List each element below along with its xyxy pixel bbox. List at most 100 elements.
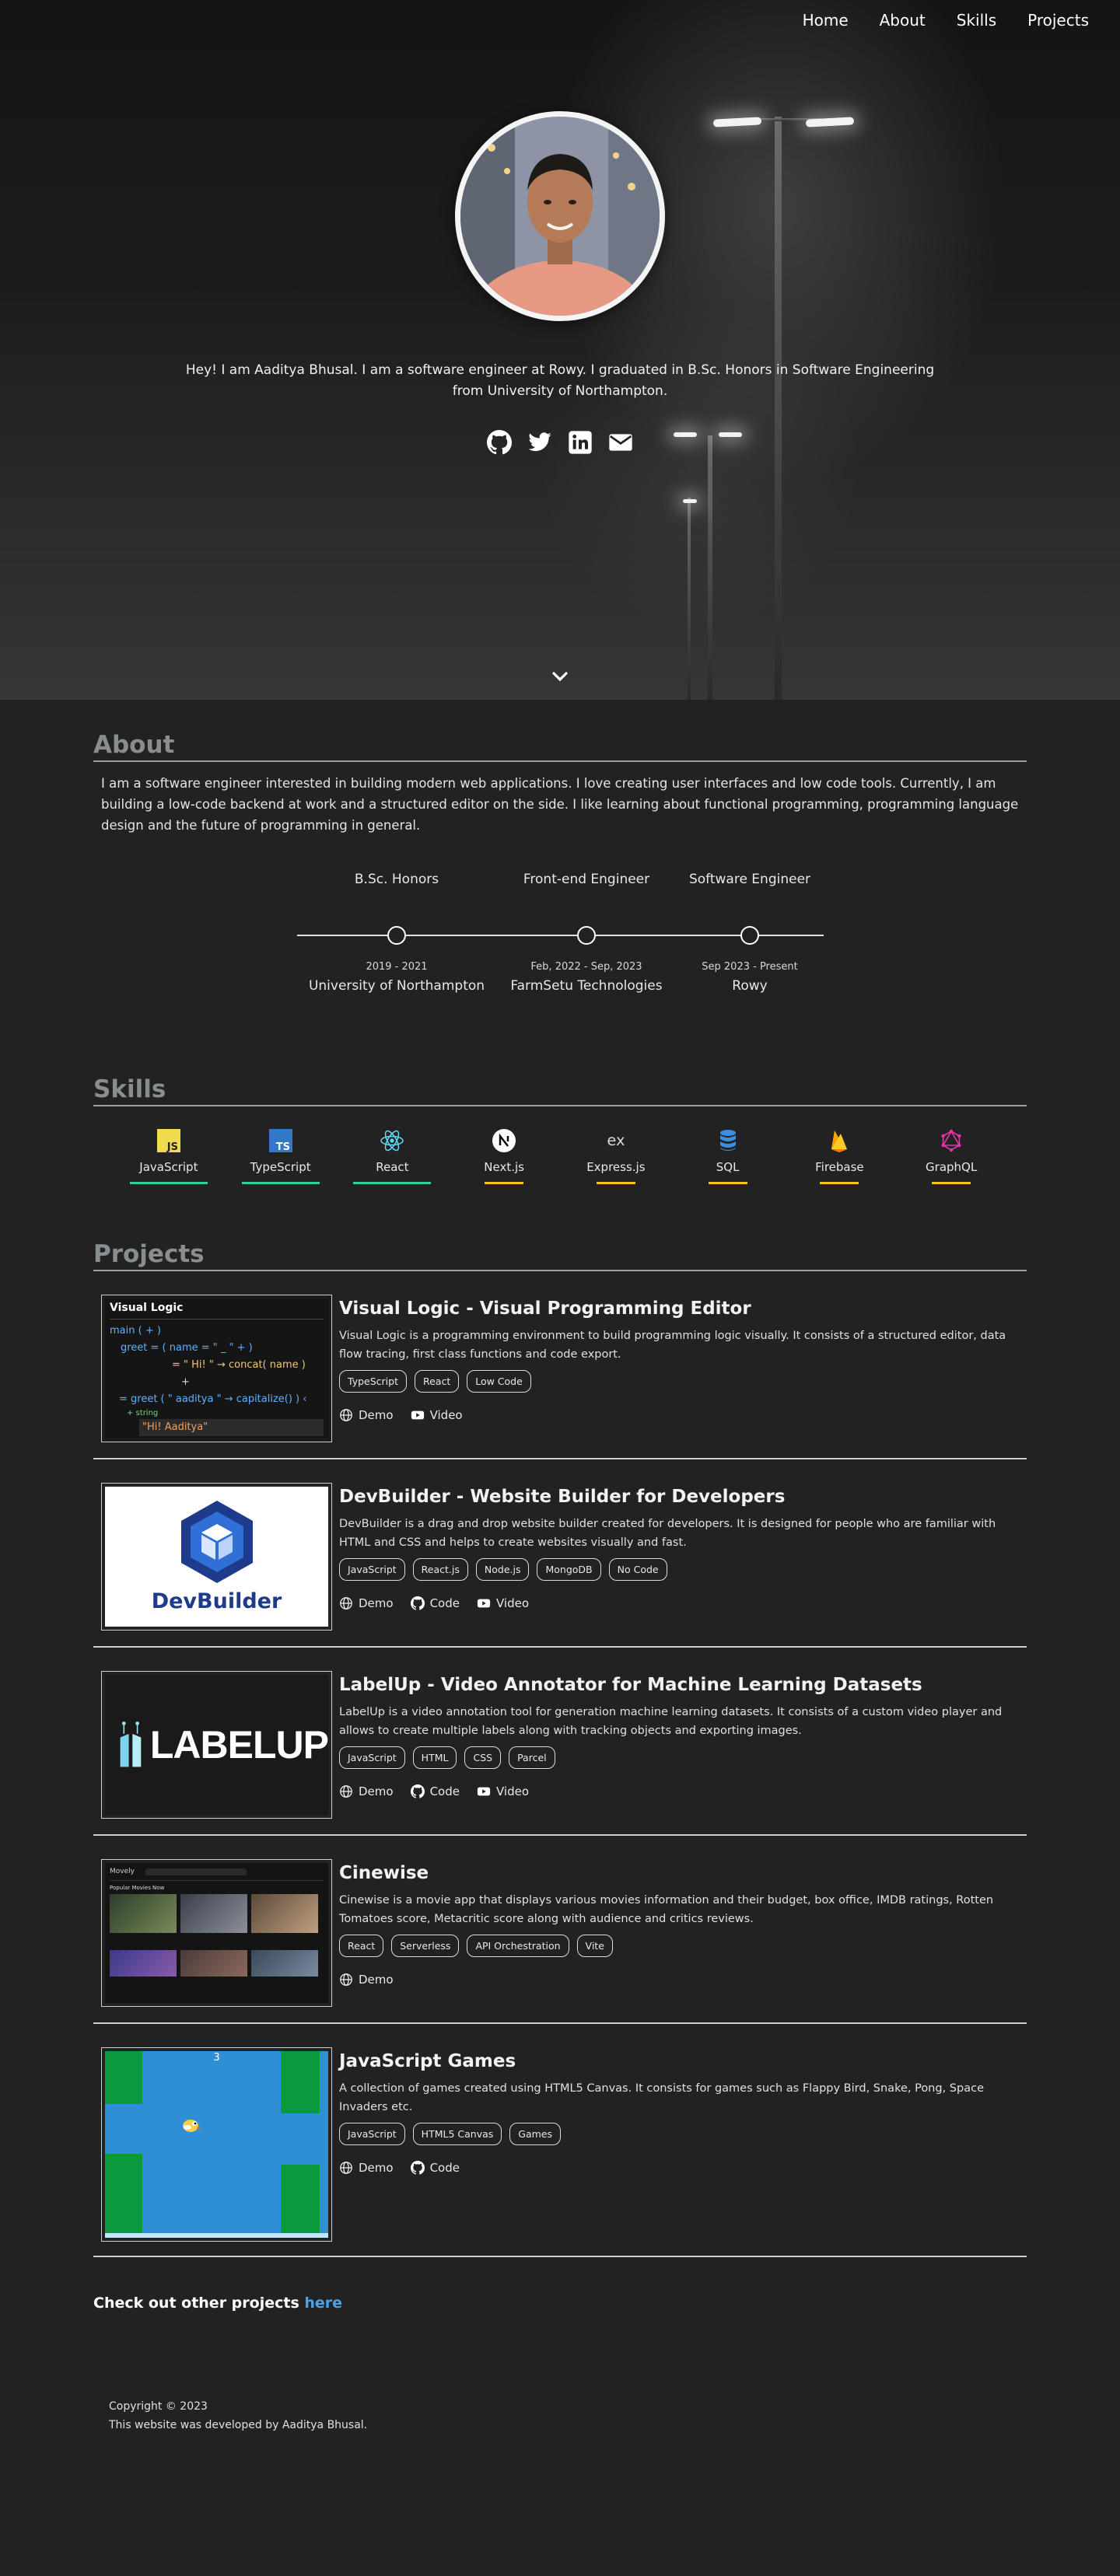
tag: JavaScript — [339, 2123, 405, 2145]
project-body: Visual Logic - Visual Programming Editor… — [339, 1295, 1008, 1422]
github-icon — [410, 1784, 425, 1798]
globe-icon — [340, 1785, 352, 1798]
social-links — [487, 430, 633, 455]
street-lamp — [708, 435, 712, 700]
tag: Serverless — [391, 1935, 460, 1957]
street-lamp — [775, 117, 782, 700]
nav-about[interactable]: About — [880, 11, 926, 30]
mail-icon[interactable] — [608, 430, 633, 455]
link-label: Code — [429, 1784, 460, 1798]
github-icon[interactable] — [487, 430, 513, 455]
other-projects-link[interactable]: here — [304, 2295, 342, 2312]
project-thumbnail[interactable]: Visual Logic main ( + ) greet = ( name =… — [101, 1295, 332, 1442]
project-thumbnail[interactable]: 3 — [101, 2047, 332, 2242]
project-body: DevBuilder - Website Builder for Develop… — [339, 1483, 1008, 1610]
project-description: LabelUp is a video annotation tool for g… — [339, 1706, 1003, 1737]
demo-link[interactable]: Demo — [339, 2161, 394, 2175]
skill-firebase: Firebase — [784, 1128, 896, 1184]
nav-home[interactable]: Home — [803, 11, 849, 30]
demo-link[interactable]: Demo — [339, 1408, 394, 1422]
project-title: Cinewise — [339, 1863, 429, 1883]
timeline-date: 2019 - 2021 — [366, 961, 428, 973]
skill-sql: SQL — [672, 1128, 784, 1184]
project-tags: React Serverless API Orchestration Vite — [339, 1935, 1008, 1957]
credit-text: This website was developed by Aaditya Bh… — [109, 2419, 368, 2431]
project-title: JavaScript Games — [339, 2051, 516, 2071]
tag: JavaScript — [339, 1746, 405, 1769]
project-tags: JavaScript HTML CSS Parcel — [339, 1746, 1008, 1769]
avatar-portrait — [460, 117, 660, 316]
timeline-role: Software Engineer — [688, 872, 811, 887]
project-links: Demo Code — [339, 2161, 1008, 2175]
globe-icon — [340, 1973, 352, 1986]
demo-link[interactable]: Demo — [339, 1784, 394, 1798]
project-tags: JavaScript React.js Node.js MongoDB No C… — [339, 1558, 1008, 1581]
skill-name: Firebase — [815, 1160, 864, 1174]
thumb-code-line: greet = ( name = " _ " + ) — [121, 1342, 253, 1354]
project-tags: JavaScript HTML5 Canvas Games — [339, 2123, 1008, 2145]
project-links: Demo Code Video — [339, 1596, 1008, 1610]
timeline-dot — [740, 926, 759, 945]
skill-name: JavaScript — [139, 1160, 198, 1174]
skill-graphql: GraphQL — [895, 1128, 1007, 1184]
tag: React.js — [412, 1558, 468, 1581]
demo-link[interactable]: Demo — [339, 1973, 394, 1987]
typescript-icon: TS — [268, 1128, 293, 1153]
javascript-icon: JS — [156, 1128, 181, 1153]
movie-poster — [251, 1950, 318, 1977]
github-icon — [410, 2161, 425, 2175]
link-label: Code — [429, 1596, 460, 1610]
project-card: Visual Logic main ( + ) greet = ( name =… — [93, 1271, 1027, 1459]
project-body: LabelUp - Video Annotator for Machine Le… — [339, 1671, 1008, 1798]
svg-text:JS: JS — [166, 1141, 178, 1152]
thumb-code-line: + — [181, 1376, 190, 1388]
project-title: Visual Logic - Visual Programming Editor — [339, 1298, 751, 1319]
movie-poster — [251, 1894, 318, 1933]
projects-title: Projects — [93, 1240, 1027, 1271]
svg-text:TS: TS — [275, 1141, 289, 1152]
skill-name: React — [376, 1160, 409, 1174]
tag: TypeScript — [339, 1370, 407, 1393]
tag: Low Code — [467, 1370, 531, 1393]
intro-text: Hey! I am Aaditya Bhusal. I am a softwar… — [185, 362, 935, 399]
tag: React — [414, 1370, 460, 1393]
globe-icon — [340, 1597, 352, 1610]
video-link[interactable]: Video — [477, 1596, 529, 1610]
timeline-place: University of Northampton — [308, 978, 485, 994]
project-description: DevBuilder is a drag and drop website bu… — [339, 1518, 996, 1549]
tag: API Orchestration — [467, 1935, 569, 1957]
code-link[interactable]: Code — [410, 1596, 460, 1610]
youtube-icon — [477, 1787, 491, 1796]
movie-poster — [110, 1950, 177, 1977]
tag: Games — [509, 2123, 561, 2145]
ground — [105, 2233, 328, 2238]
lamp-light — [719, 432, 742, 437]
link-label: Video — [495, 1784, 530, 1798]
code-link[interactable]: Code — [410, 1784, 460, 1798]
pipe — [281, 2165, 320, 2238]
nav-skills[interactable]: Skills — [957, 11, 996, 30]
video-link[interactable]: Video — [477, 1784, 529, 1798]
demo-link[interactable]: Demo — [339, 1596, 394, 1610]
project-thumbnail[interactable]: DevBuilder — [101, 1483, 332, 1631]
project-card: DevBuilder DevBuilder - Website Builder … — [93, 1459, 1027, 1648]
nav-projects[interactable]: Projects — [1027, 11, 1089, 30]
lamp-light — [674, 432, 697, 437]
chevron-down-icon[interactable] — [551, 667, 569, 686]
project-thumbnail[interactable]: Movely Popular Movies Now — [101, 1859, 332, 2007]
other-projects: Check out other projects here — [93, 2257, 1027, 2312]
code-link[interactable]: Code — [410, 2161, 460, 2175]
lamp-light — [683, 499, 697, 503]
avatar — [455, 111, 665, 321]
bird-icon — [183, 2120, 201, 2132]
nextjs-icon — [492, 1128, 516, 1153]
thumb-code-line: = greet ( " aaditya " → capitalize() ) ‹ — [119, 1393, 307, 1405]
project-thumbnail[interactable]: LABELUP — [101, 1671, 332, 1819]
video-link[interactable]: Video — [411, 1408, 463, 1422]
svg-text:ex: ex — [607, 1131, 625, 1149]
timeline-role: B.Sc. Honors — [354, 872, 439, 887]
tag: JavaScript — [339, 1558, 405, 1581]
twitter-icon[interactable] — [527, 430, 552, 455]
link-label: Demo — [359, 1596, 394, 1610]
linkedin-icon[interactable] — [568, 430, 593, 455]
